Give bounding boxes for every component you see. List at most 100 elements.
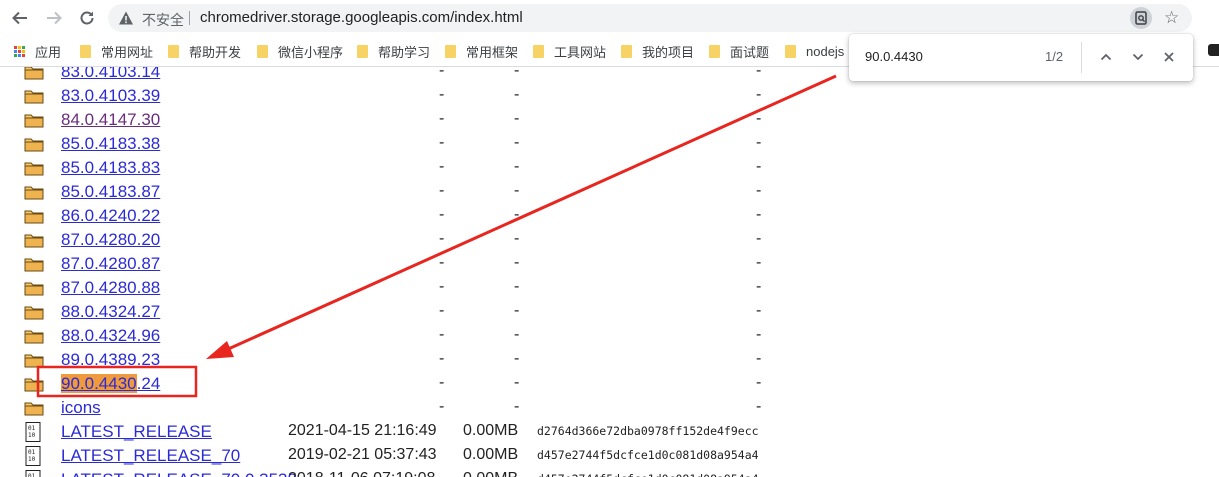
folder-icon — [24, 88, 44, 104]
close-icon[interactable] — [1158, 46, 1180, 68]
listing-row: 01 10 LATEST_RELEASE_70 2019-02-21 05:37:43… — [0, 444, 1219, 468]
bookmark-folder[interactable]: 微信小程序 — [257, 42, 343, 60]
find-bar: 90.0.4430 1/2 — [849, 34, 1193, 81]
listing-link[interactable]: 87.0.4280.87 — [61, 254, 160, 274]
bookmark-label: 应用 — [35, 44, 62, 60]
bookmark-folder[interactable]: 常用网址 — [80, 42, 153, 60]
bookmark-apps[interactable]: 应用 — [14, 42, 61, 60]
empty-size-cell: - — [514, 326, 520, 343]
folder-icon — [533, 44, 544, 58]
folder-icon — [24, 208, 44, 224]
empty-date-cell: - — [439, 326, 445, 343]
listing-link[interactable]: 88.0.4324.27 — [61, 302, 160, 322]
warning-icon[interactable] — [118, 10, 134, 31]
listing-link-rest: .24 — [136, 374, 161, 393]
binary-file-icon: 0110 — [24, 470, 44, 477]
empty-date-cell: - — [439, 134, 445, 151]
folder-icon — [24, 256, 44, 272]
empty-size-cell: - — [514, 350, 520, 367]
back-arrow-icon[interactable] — [8, 6, 32, 30]
binary-file-icon: 0110 — [24, 446, 44, 466]
security-label[interactable]: 不安全 — [142, 10, 184, 30]
listing-row: 0110 LATEST_RELEASE_70.0.35382018-11-06 0… — [0, 468, 1219, 477]
empty-hash-cell: - — [756, 86, 762, 103]
empty-size-cell: - — [514, 110, 520, 127]
empty-size-cell: - — [514, 134, 520, 151]
bookmark-folder[interactable]: 工具网站 — [533, 42, 606, 60]
empty-date-cell: - — [439, 374, 445, 391]
find-highlight: 90.0.4430 — [61, 374, 137, 393]
folder-icon — [168, 44, 179, 58]
empty-size-cell: - — [514, 158, 520, 175]
bookmark-folder[interactable]: 面试题 — [709, 42, 769, 60]
listing-row: 88.0.4324.27 - - - — [0, 300, 1219, 324]
listing-link[interactable]: 84.0.4147.30 — [61, 110, 160, 130]
svg-text:10: 10 — [28, 456, 36, 463]
listing-link[interactable]: 83.0.4103.39 — [61, 86, 160, 106]
hash-cell: d2764d366e72dba0978ff152de4f9ecc — [537, 424, 759, 438]
find-in-page-icon[interactable] — [1130, 7, 1152, 29]
listing-link[interactable]: LATEST_RELEASE — [61, 422, 212, 442]
listing-row: 87.0.4280.88 - - - — [0, 276, 1219, 300]
bookmark-label: 我的项目 — [642, 44, 695, 60]
forward-arrow-icon[interactable] — [42, 6, 66, 30]
size-cell: 0.00MB — [463, 422, 519, 439]
listing-link[interactable]: 87.0.4280.88 — [61, 278, 160, 298]
empty-hash-cell: - — [756, 182, 762, 199]
svg-text:01: 01 — [28, 449, 36, 456]
modified-date-cell: 2019-02-21 05:37:43 — [288, 446, 437, 463]
modified-date-cell: 2021-04-15 21:16:49 — [288, 422, 437, 439]
listing-link[interactable]: 85.0.4183.83 — [61, 158, 160, 178]
listing-row: icons - - - — [0, 396, 1219, 420]
bookmark-folder[interactable]: 帮助学习 — [357, 42, 430, 60]
omnibox-divider — [189, 11, 190, 25]
listing-row: 85.0.4183.87 - - - — [0, 180, 1219, 204]
folder-icon — [785, 44, 796, 58]
folder-icon — [257, 44, 268, 58]
listing-link[interactable]: 90.0.4430.24 — [61, 374, 160, 394]
bookmark-label: 常用框架 — [466, 44, 519, 60]
empty-date-cell: - — [439, 254, 445, 271]
bookmark-folder[interactable]: nodejs — [785, 42, 844, 60]
folder-icon — [621, 44, 632, 58]
folder-icon — [24, 304, 44, 320]
find-query-input[interactable]: 90.0.4430 — [865, 49, 923, 64]
listing-link[interactable]: icons — [61, 398, 101, 418]
empty-size-cell: - — [514, 398, 520, 415]
listing-link[interactable]: 85.0.4183.87 — [61, 182, 160, 202]
bookmark-label: 常用网址 — [101, 44, 154, 60]
bookmark-label: 帮助开发 — [189, 44, 242, 60]
bookmark-star-icon[interactable]: ☆ — [1164, 7, 1179, 29]
listing-link[interactable]: LATEST_RELEASE_70.0.3538 — [61, 470, 297, 477]
empty-size-cell: - — [514, 230, 520, 247]
browser-toolbar: 不安全 chromedriver.storage.googleapis.com/… — [0, 0, 1219, 36]
empty-size-cell: - — [514, 67, 520, 79]
empty-hash-cell: - — [756, 374, 762, 391]
listing-link[interactable]: LATEST_RELEASE_70 — [61, 446, 240, 466]
reload-icon[interactable] — [75, 6, 99, 30]
bookmark-folder[interactable]: 常用框架 — [445, 42, 518, 60]
empty-date-cell: - — [439, 158, 445, 175]
bookmark-label: 面试题 — [730, 44, 770, 60]
folder-icon — [24, 280, 44, 296]
bookmark-folder[interactable]: 帮助开发 — [168, 42, 241, 60]
empty-hash-cell: - — [756, 206, 762, 223]
listing-link[interactable]: 87.0.4280.20 — [61, 230, 160, 250]
listing-row: 86.0.4240.22 - - - — [0, 204, 1219, 228]
folder-icon — [24, 328, 44, 344]
empty-size-cell: - — [514, 206, 520, 223]
listing-row: 90.0.4430.24 - - - — [0, 372, 1219, 396]
listing-link[interactable]: 86.0.4240.22 — [61, 206, 160, 226]
url-text[interactable]: chromedriver.storage.googleapis.com/inde… — [200, 9, 523, 26]
empty-date-cell: - — [439, 110, 445, 127]
bookmark-folder[interactable]: 我的项目 — [621, 42, 694, 60]
listing-link[interactable]: 85.0.4183.38 — [61, 134, 160, 154]
next-match-icon[interactable] — [1127, 46, 1149, 68]
listing-link[interactable]: 83.0.4103.14 — [61, 67, 160, 82]
address-bar[interactable]: 不安全 chromedriver.storage.googleapis.com/… — [108, 4, 1192, 32]
previous-match-icon[interactable] — [1095, 46, 1117, 68]
listing-link[interactable]: 89.0.4389.23 — [61, 350, 160, 370]
listing-link[interactable]: 88.0.4324.96 — [61, 326, 160, 346]
listing-row: 83.0.4103.39 - - - — [0, 84, 1219, 108]
empty-date-cell: - — [439, 86, 445, 103]
